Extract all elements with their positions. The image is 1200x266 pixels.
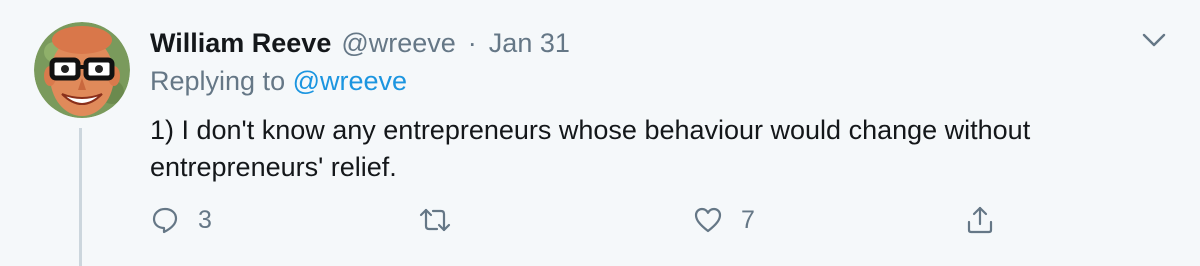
retweet-button[interactable] [418, 200, 470, 240]
avatar-image [34, 22, 130, 118]
like-count: 7 [741, 205, 755, 234]
thread-connector-line [79, 128, 82, 266]
reply-icon [152, 207, 178, 234]
tweet-actions: 3 7 [150, 200, 1010, 240]
chevron-down-icon [1142, 33, 1166, 47]
retweet-icon [419, 208, 451, 232]
reply-button[interactable]: 3 [150, 200, 212, 240]
share-icon [967, 206, 993, 234]
like-button[interactable]: 7 [693, 200, 755, 240]
separator-dot: · [467, 27, 477, 58]
avatar[interactable] [34, 22, 130, 118]
replying-to: Replying to @wreeve [150, 66, 407, 97]
share-button[interactable] [965, 200, 995, 240]
replying-to-label: Replying to [150, 66, 286, 96]
tweet-date[interactable]: Jan 31 [489, 28, 570, 59]
reply-count: 3 [198, 205, 212, 234]
replying-to-handle-link[interactable]: @wreeve [293, 66, 407, 96]
more-options-button[interactable] [1140, 28, 1168, 52]
heart-icon [694, 207, 722, 233]
tweet-text: 1) I don't know any entrepreneurs whose … [150, 115, 1031, 182]
tweet-header: William Reeve @wreeve · Jan 31 [150, 24, 570, 62]
tweet[interactable]: William Reeve @wreeve · Jan 31 Replying … [0, 0, 1200, 266]
author-handle[interactable]: @wreeve [341, 28, 455, 59]
author-name[interactable]: William Reeve [150, 28, 331, 59]
